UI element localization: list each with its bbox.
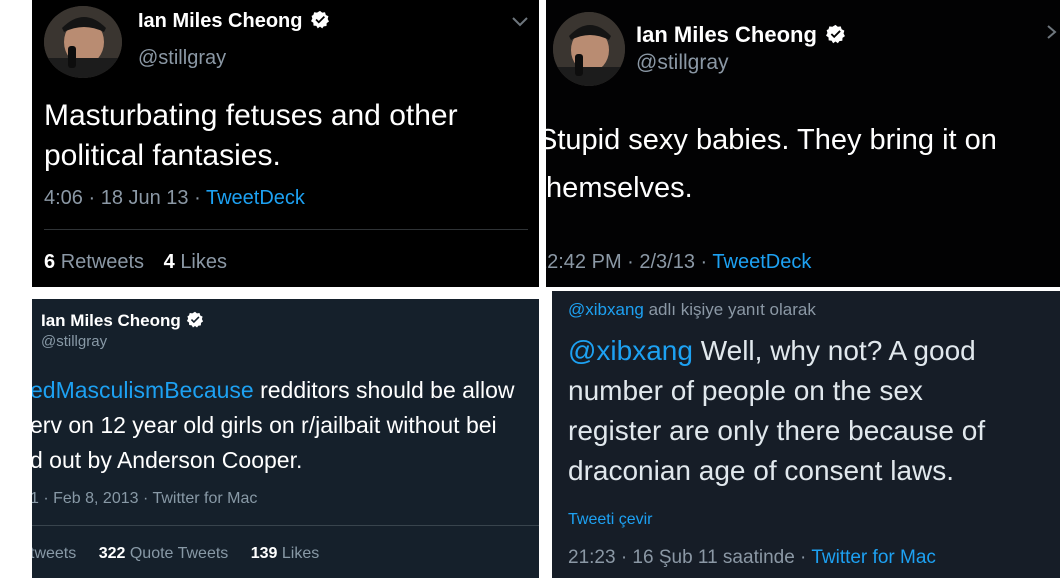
avatar[interactable] xyxy=(44,6,122,78)
tweet-text-line-3: d out by Anderson Cooper. xyxy=(32,447,303,473)
author-name-text: Ian Miles Cheong xyxy=(41,311,181,330)
quote-label: Quote Tweets xyxy=(129,545,229,562)
author-handle[interactable]: @stillgray xyxy=(636,51,729,75)
author-name-text: Ian Miles Cheong xyxy=(138,10,303,32)
reply-context: @xibxang adlı kişiye yanıt olarak xyxy=(568,300,816,320)
tweet-text-line-2: themselves. xyxy=(546,172,693,204)
retweets-label[interactable]: tweets xyxy=(32,545,76,562)
tweet-text-line-2: erv on 12 year old girls on r/jailbait w… xyxy=(32,412,497,438)
tweet-timestamp: 4:06 · 18 Jun 13 · TweetDeck xyxy=(44,187,305,210)
author-name-text: Ian Miles Cheong xyxy=(636,22,817,47)
likes-label: Likes xyxy=(180,251,228,273)
likes-count: 139 xyxy=(250,545,278,562)
likes-stat[interactable]: 4 Likes xyxy=(164,251,227,273)
tweet-card-3: Ian Miles Cheong @stillgray edMasculismB… xyxy=(32,299,539,578)
tweet-card-4: @xibxang adlı kişiye yanıt olarak @xibxa… xyxy=(552,291,1060,578)
retweets-count: 6 xyxy=(44,251,56,273)
author-handle[interactable]: @stillgray xyxy=(41,333,107,350)
timestamp-text[interactable]: 12:42 PM · 2/3/13 · xyxy=(546,251,712,273)
verified-badge-icon xyxy=(311,11,330,29)
tweet-text: Well, why not? A good xyxy=(692,335,976,366)
tweet-timestamp: 21:23 · 16 Şub 11 saatinde · Twitter for… xyxy=(568,547,936,569)
avatar[interactable] xyxy=(553,12,625,86)
likes-stat[interactable]: 139 Likes xyxy=(251,545,320,562)
author-handle[interactable]: @stillgray xyxy=(138,47,226,70)
mention-link[interactable]: @xibxang xyxy=(568,335,693,366)
timestamp-text[interactable]: 21:23 · 16 Şub 11 saatinde · xyxy=(568,547,811,568)
verified-badge-icon xyxy=(186,311,203,328)
timestamp-text[interactable]: 4:06 · 18 Jun 13 · xyxy=(44,187,206,209)
tweet-card-2: Ian Miles Cheong @stillgray Stupid sexy … xyxy=(546,0,1060,287)
tweet-text-line-2: number of people on the sex xyxy=(568,375,923,406)
likes-count: 4 xyxy=(163,251,175,273)
verified-badge-icon xyxy=(826,25,845,44)
tweet-card-1: Ian Miles Cheong @stillgray Masturbating… xyxy=(32,0,539,287)
retweets-label: Retweets xyxy=(60,251,145,273)
source-link[interactable]: Twitter for Mac xyxy=(811,547,936,568)
retweets-stat[interactable]: 6 Retweets xyxy=(44,251,144,273)
source-link[interactable]: TweetDeck xyxy=(206,187,305,209)
tweet-text-line-1: Masturbating fetuses and other xyxy=(44,99,458,132)
tweet-text: redditors should be allow xyxy=(253,377,515,403)
likes-label: Likes xyxy=(281,545,320,562)
tweet-timestamp[interactable]: 1 · Feb 8, 2013 · Twitter for Mac xyxy=(32,490,257,508)
tweet-text-line-2: political fantasies. xyxy=(44,139,281,172)
reply-to-text: adlı kişiye yanıt olarak xyxy=(643,300,816,319)
quote-tweets-stat[interactable]: 322 Quote Tweets xyxy=(99,545,229,562)
divider xyxy=(44,229,528,230)
quote-count: 322 xyxy=(98,545,126,562)
tweet-text-line-1: edMasculismBecause redditors should be a… xyxy=(32,377,515,404)
tweet-text-line-1: @xibxang Well, why not? A good xyxy=(568,335,976,367)
engagement-stats: tweets 322 Quote Tweets 139 Likes xyxy=(32,545,319,563)
tweet-text-line-4: draconian age of consent laws. xyxy=(568,455,955,486)
tweet-text-line-1: Stupid sexy babies. They bring it on xyxy=(546,124,997,156)
author-name[interactable]: Ian Miles Cheong xyxy=(41,311,204,331)
reply-to-link[interactable]: @xibxang xyxy=(568,300,644,319)
tweet-timestamp: 12:42 PM · 2/3/13 · TweetDeck xyxy=(546,251,811,274)
translate-link[interactable]: Tweeti çevir xyxy=(568,511,652,529)
tweet-text-line-3: register are only there because of xyxy=(568,415,986,446)
divider xyxy=(32,525,539,526)
hashtag-link[interactable]: edMasculismBecause xyxy=(32,377,254,403)
author-name[interactable]: Ian Miles Cheong xyxy=(636,22,846,48)
chevron-down-icon[interactable] xyxy=(510,16,530,28)
engagement-stats: 6 Retweets 4 Likes xyxy=(44,251,227,274)
chevron-down-icon[interactable] xyxy=(1046,22,1060,42)
author-name[interactable]: Ian Miles Cheong xyxy=(138,10,330,33)
source-link[interactable]: TweetDeck xyxy=(712,251,811,273)
